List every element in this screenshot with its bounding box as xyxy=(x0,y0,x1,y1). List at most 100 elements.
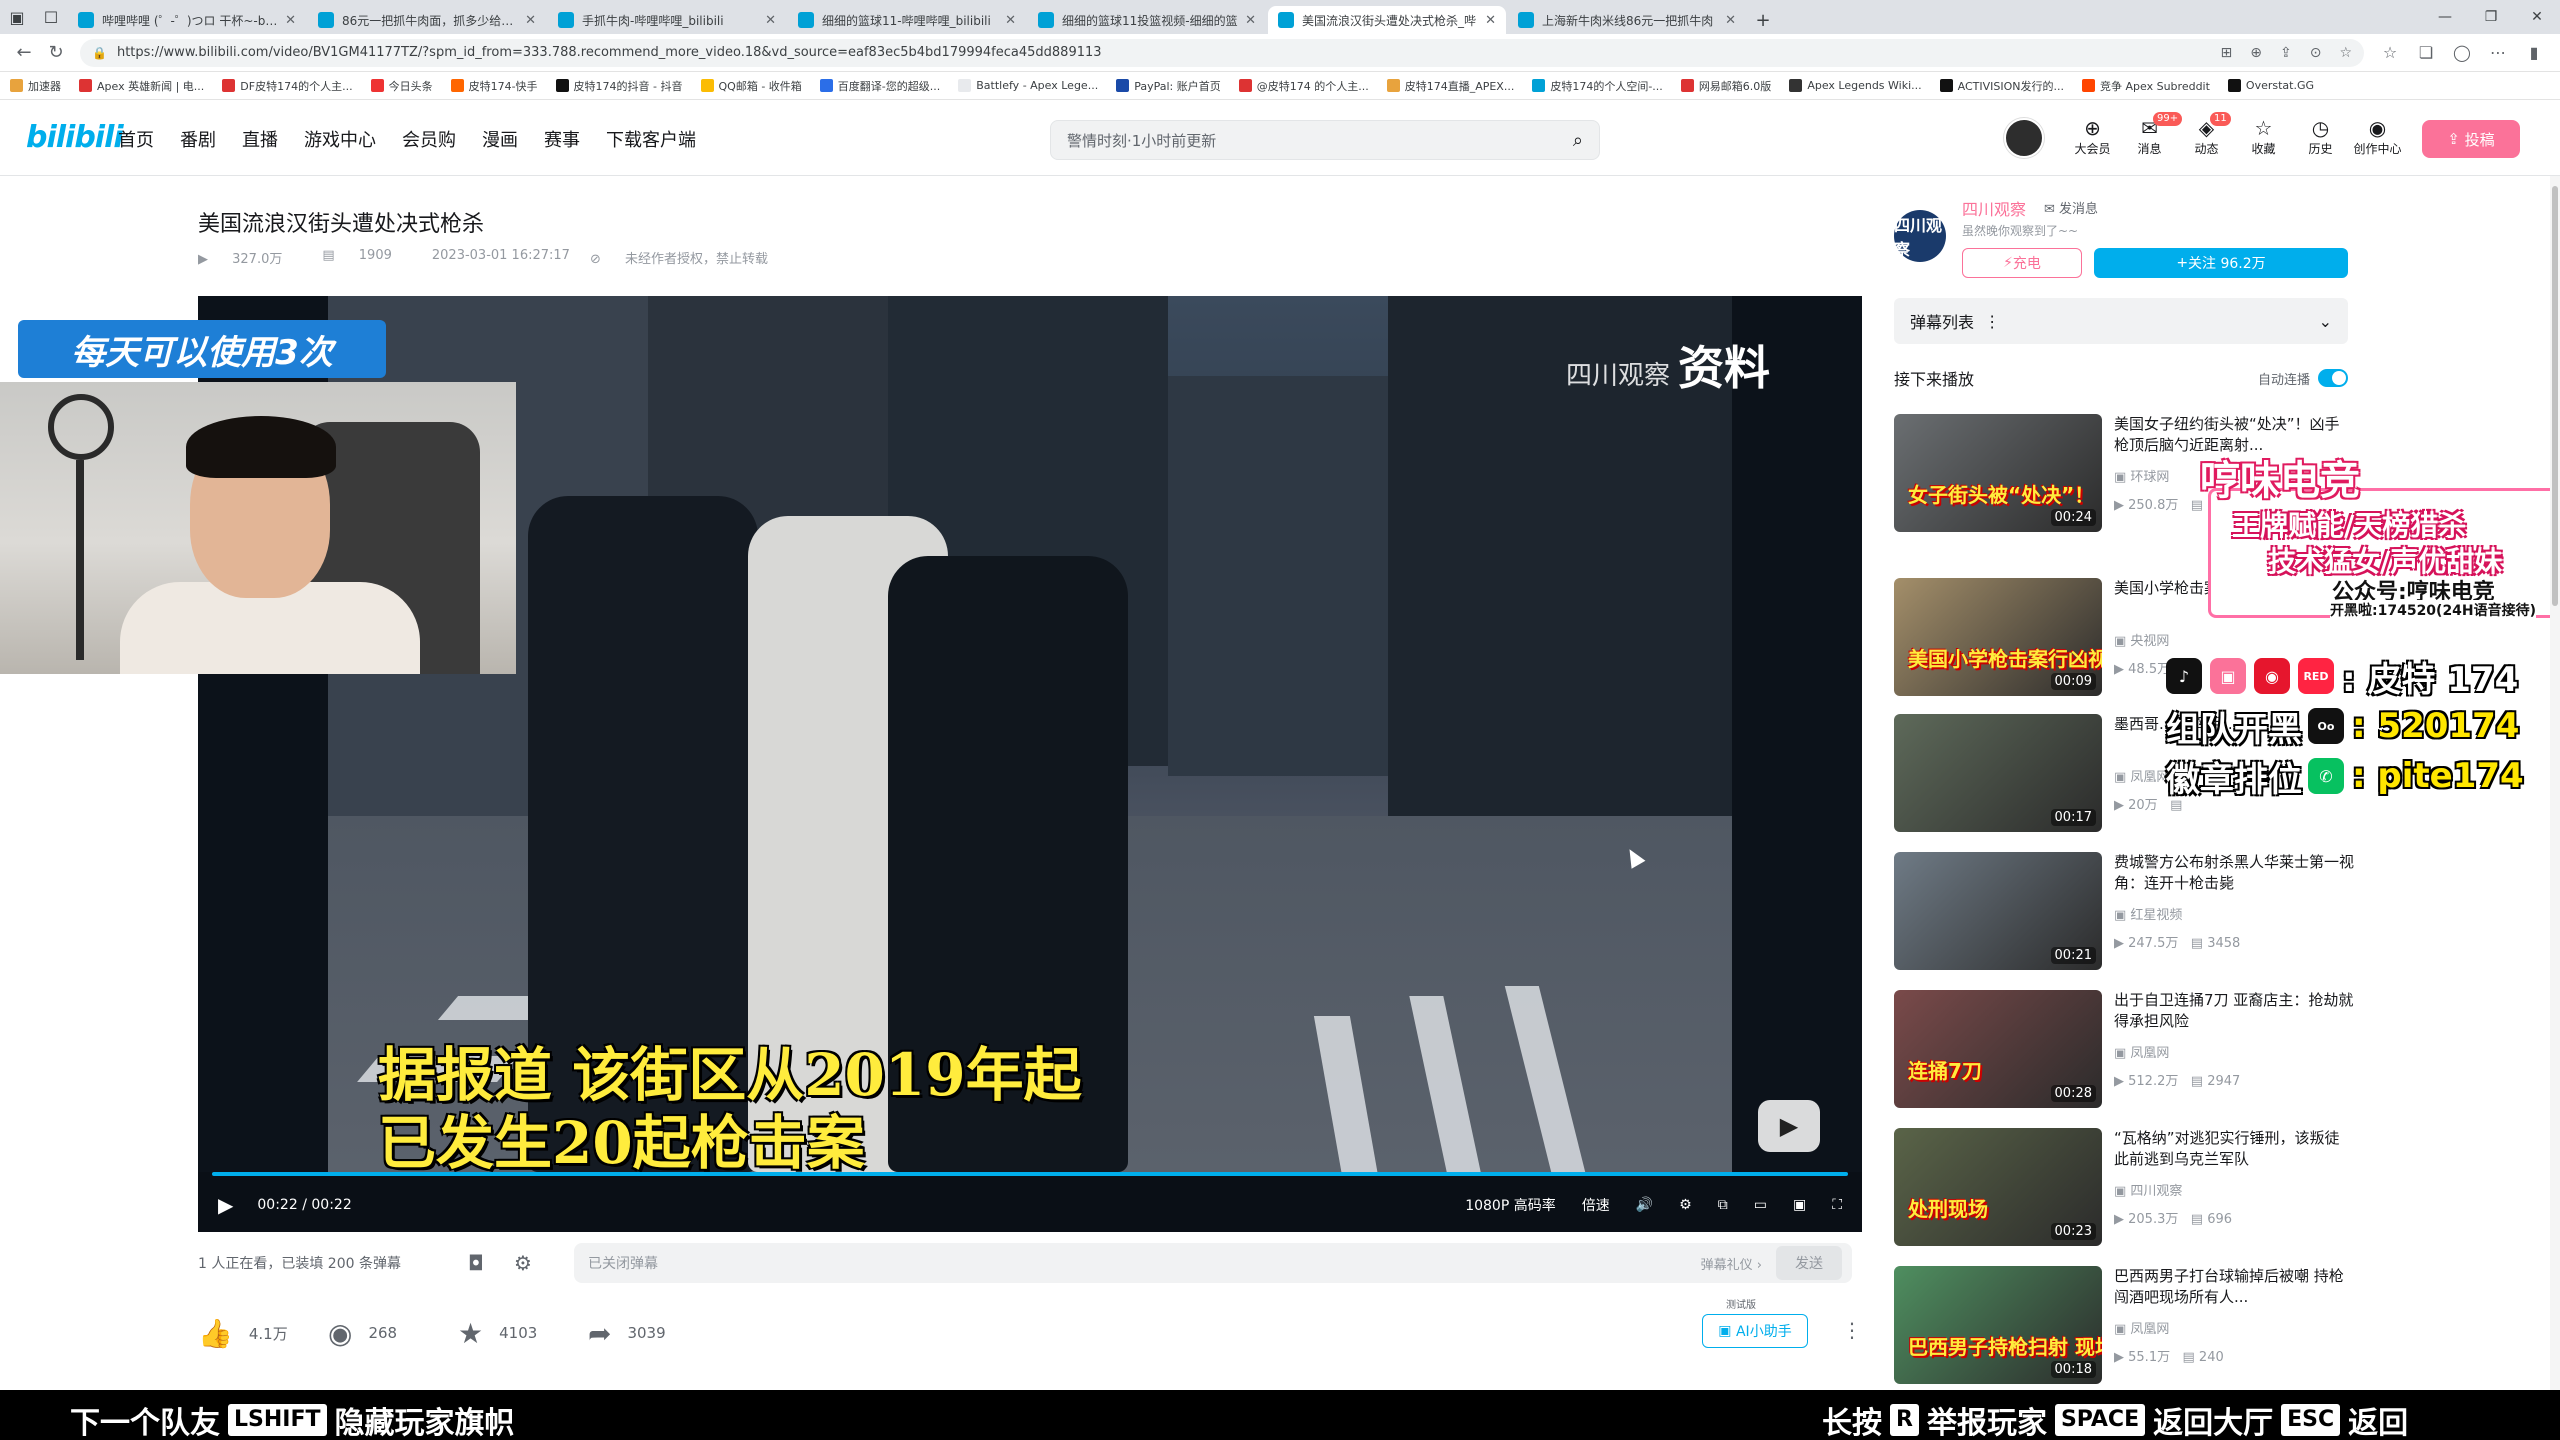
favorites-button[interactable]: ☆ 收藏 xyxy=(2235,116,2292,157)
recommendation-author[interactable]: ▣ 环球网 xyxy=(2114,466,2169,485)
follow-button[interactable]: + 关注 96.2万 xyxy=(2094,248,2348,278)
recommendation-author[interactable]: ▣ 央视网 xyxy=(2114,630,2169,649)
bookmark-item[interactable]: Apex Legends Wiki... xyxy=(1789,79,1922,92)
nav-manga[interactable]: 漫画 xyxy=(482,126,518,152)
web-fullscreen-icon[interactable]: ▣ xyxy=(1793,1197,1806,1213)
translate-icon[interactable]: ⊞ xyxy=(2221,45,2233,61)
collections-icon[interactable]: ❏ xyxy=(2408,37,2444,69)
coin-button[interactable]: ◉ 268 xyxy=(328,1317,458,1350)
nav-download-client[interactable]: 下载客户端 xyxy=(606,126,696,152)
browser-tab[interactable]: 手抓牛肉-哔哩哔哩_bilibili ✕ xyxy=(548,6,786,34)
upload-button[interactable]: ⇪ 投稿 xyxy=(2422,120,2520,158)
recommendation-title[interactable]: 费城警方公布射杀黑人华莱士第一视角：连开十枪击毙 xyxy=(2114,852,2354,894)
bookmark-item[interactable]: Overstat.GG xyxy=(2227,79,2314,92)
settings-gear-icon[interactable]: ⚙ xyxy=(1679,1197,1692,1213)
recommendation-author[interactable]: ▣ 凤凰网 xyxy=(2114,1318,2169,1337)
avatar[interactable] xyxy=(2004,118,2044,158)
bookmark-item[interactable]: PayPal: 账户首页 xyxy=(1116,78,1221,94)
charge-button[interactable]: ⚡ 充电 xyxy=(1962,248,2082,278)
danmaku-list-toggle[interactable]: 弹幕列表 ⋮ ⌄ xyxy=(1894,298,2348,344)
close-icon[interactable]: ✕ xyxy=(1245,13,1256,28)
more-menu-icon[interactable]: ⋯ xyxy=(2480,37,2516,69)
more-vertical-icon[interactable]: ⋮ xyxy=(1842,1318,1862,1342)
quality-button[interactable]: 1080P 高码率 xyxy=(1465,1195,1556,1215)
close-icon[interactable]: ✕ xyxy=(1485,13,1496,28)
nav-anime[interactable]: 番剧 xyxy=(180,126,216,152)
minimize-icon[interactable]: — xyxy=(2422,0,2468,34)
play-icon[interactable]: ▶ xyxy=(218,1193,233,1217)
browser-tab[interactable]: 86元一把抓牛肉面，抓多少给多少 ✕ xyxy=(308,6,546,34)
bookmark-item[interactable]: 百度翻译-您的超级... xyxy=(819,78,940,94)
pip-icon[interactable]: ⧉ xyxy=(1718,1197,1728,1213)
nav-esports[interactable]: 赛事 xyxy=(544,126,580,152)
restore-icon[interactable]: ❐ xyxy=(2468,0,2514,34)
bookmark-item[interactable]: 加速器 xyxy=(10,78,61,94)
nav-live[interactable]: 直播 xyxy=(242,126,278,152)
bookmark-item[interactable]: ACTIVISION发行的... xyxy=(1939,78,2064,94)
uploader-avatar[interactable]: 四川观察 xyxy=(1894,210,1946,262)
share-icon[interactable]: ⇪ xyxy=(2280,45,2292,61)
recommendation-author[interactable]: ▣ 凤凰网 xyxy=(2114,766,2169,785)
like-button[interactable]: 👍 4.1万 xyxy=(198,1317,328,1350)
send-button[interactable]: 发送 xyxy=(1776,1246,1842,1280)
favorites-icon[interactable]: ☆ xyxy=(2372,37,2408,69)
video-thumbnail[interactable]: 女子街头被“处决”！ 00:24 xyxy=(1894,414,2102,532)
close-icon[interactable]: ✕ xyxy=(285,13,296,28)
uploader-name[interactable]: 四川观察 xyxy=(1962,196,2026,220)
bookmark-item[interactable]: Apex 英雄新闻 | 电... xyxy=(79,78,204,94)
video-thumbnail[interactable]: 00:17 xyxy=(1894,714,2102,832)
recommendation-author[interactable]: ▣ 四川观察 xyxy=(2114,1180,2182,1199)
list-item[interactable]: 00:21 费城警方公布射杀黑人华莱士第一视角：连开十枪击毙 ▣ 红星视频 ▶ 247… xyxy=(1894,852,2454,972)
creator-center-button[interactable]: ◉ 创作中心 xyxy=(2349,116,2406,157)
ai-helper-button[interactable]: ▣ AI小助手 xyxy=(1702,1314,1808,1348)
url-input[interactable]: 🔒 https://www.bilibili.com/video/BV1GM41… xyxy=(80,38,2364,67)
reload-icon[interactable]: ↻ xyxy=(40,37,72,69)
bookmark-item[interactable]: @皮特174 的个人主... xyxy=(1238,78,1369,94)
bookmark-item[interactable]: 网易邮箱6.0版 xyxy=(1680,78,1771,94)
back-arrow-icon[interactable]: ← xyxy=(8,37,40,69)
install-icon[interactable]: ⊙ xyxy=(2310,45,2322,61)
close-window-icon[interactable]: ✕ xyxy=(2514,0,2560,34)
tab-actions-icon[interactable]: ☐ xyxy=(34,0,68,34)
speed-button[interactable]: 倍速 xyxy=(1582,1195,1610,1215)
recommendation-author[interactable]: ▣ 红星视频 xyxy=(2114,904,2182,923)
close-icon[interactable]: ✕ xyxy=(765,13,776,28)
recommendation-author[interactable]: ▣ 凤凰网 xyxy=(2114,1042,2169,1061)
close-icon[interactable]: ✕ xyxy=(525,13,536,28)
profile-icon[interactable]: ◯ xyxy=(2444,37,2480,69)
browser-tab[interactable]: 哔哩哔哩 (゜-゜)つロ 干杯~-bilibili ✕ xyxy=(68,6,306,34)
sidebar-icon[interactable]: ▮ xyxy=(2516,37,2552,69)
bookmark-item[interactable]: 皮特174直播_APEX... xyxy=(1386,78,1514,94)
bookmark-item[interactable]: 皮特174-快手 xyxy=(450,78,538,94)
danmaku-input[interactable]: 已关闭弹幕 弹幕礼仪 › 发送 xyxy=(574,1243,1852,1283)
new-tab-plus-icon[interactable]: + xyxy=(1748,6,1778,34)
nav-mall[interactable]: 会员购 xyxy=(402,126,456,152)
zoom-icon[interactable]: ⊕ xyxy=(2250,45,2262,61)
browser-menu-icon[interactable]: ▣ xyxy=(0,0,34,34)
video-thumbnail[interactable]: 美国小学枪击案行凶视频曝光! 00:09 xyxy=(1894,578,2102,696)
autoplay-toggle[interactable] xyxy=(2318,369,2348,387)
dynamics-button[interactable]: ◈ 11 动态 xyxy=(2178,112,2235,157)
video-thumbnail[interactable]: 00:21 xyxy=(1894,852,2102,970)
bookmark-star-icon[interactable]: ☆ xyxy=(2339,45,2352,61)
bookmark-item[interactable]: 皮特174的抖音 - 抖音 xyxy=(555,78,683,94)
bookmark-item[interactable]: Battlefy - Apex Lege... xyxy=(958,79,1098,92)
bookmark-item[interactable]: QQ邮箱 - 收件箱 xyxy=(700,78,802,94)
recommendation-title[interactable]: “瓦格纳”对逃犯实行锤刑，该叛徒此前逃到乌克兰军队 xyxy=(2114,1128,2354,1170)
recommendation-title[interactable]: 巴西两男子打台球输掉后被嘲 持枪闯酒吧现场所有人... xyxy=(2114,1266,2354,1308)
browser-tab[interactable]: 细细的篮球11投篮视频-细细的篮 ✕ xyxy=(1028,6,1266,34)
search-icon[interactable]: ⌕ xyxy=(1573,130,1583,151)
messages-button[interactable]: ✉ 99+ 消息 xyxy=(2121,112,2183,157)
recommendation-title[interactable]: 出于自卫连捅7刀 亚裔店主：抢劫就得承担风险 xyxy=(2114,990,2354,1032)
video-thumbnail[interactable]: 处刑现场 00:23 xyxy=(1894,1128,2102,1246)
list-item[interactable]: 处刑现场 00:23 “瓦格纳”对逃犯实行锤刑，该叛徒此前逃到乌克兰军队 ▣ 四川观察… xyxy=(1894,1128,2454,1248)
send-message-link[interactable]: ✉ 发消息 xyxy=(2044,198,2098,217)
video-thumbnail[interactable]: 连捅7刀 00:28 xyxy=(1894,990,2102,1108)
nav-home[interactable]: 首页 xyxy=(118,126,154,152)
danmaku-etiquette-link[interactable]: 弹幕礼仪 › xyxy=(1701,1254,1762,1273)
nav-game-center[interactable]: 游戏中心 xyxy=(304,126,376,152)
share-button[interactable]: ➦ 3039 xyxy=(588,1317,718,1350)
history-button[interactable]: ◷ 历史 xyxy=(2292,116,2349,157)
browser-tab[interactable]: 细细的篮球11-哔哩哔哩_bilibili ✕ xyxy=(788,6,1026,34)
search-input[interactable]: 警情时刻·1小时前更新 ⌕ xyxy=(1050,120,1600,160)
